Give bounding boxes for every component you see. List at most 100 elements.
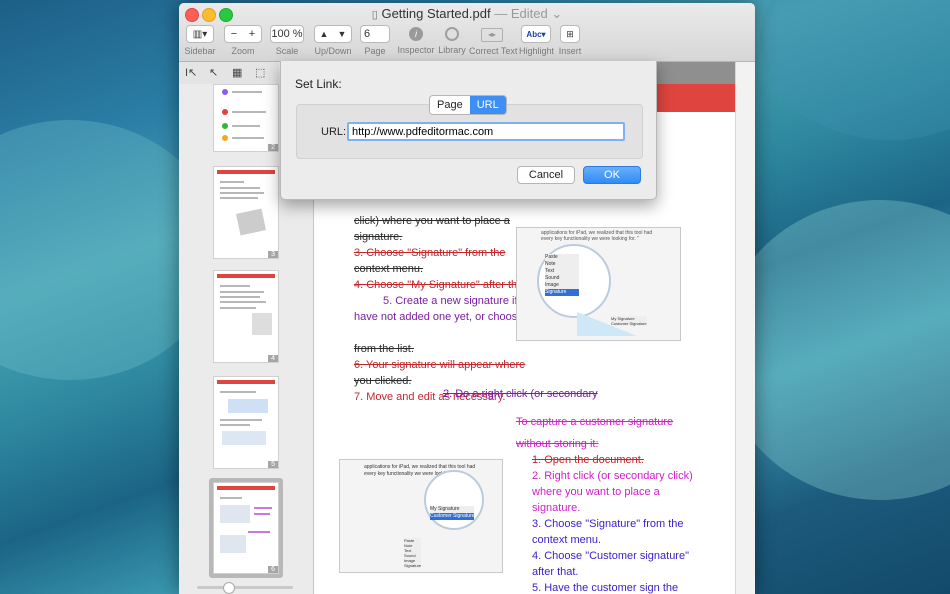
highlight-label: Highlight (519, 46, 555, 56)
doc-line[interactable]: click) where you want to place a (354, 214, 510, 229)
page-thumbnail[interactable]: 6 (213, 482, 279, 574)
library-icon (445, 27, 459, 41)
menu-item: Text (545, 268, 555, 274)
menu-item: Signature (404, 563, 422, 568)
filename: Getting Started.pdf (381, 6, 491, 21)
highlight-tool[interactable]: Abc ▾ Highlight (519, 25, 555, 56)
slider-knob[interactable] (223, 582, 235, 594)
shot-caption: applications for iPad, we realized that … (364, 464, 476, 470)
marquee-icon[interactable]: ⬚ (255, 66, 265, 79)
window-title: ▯ Getting Started.pdf — Edited ⌄ (179, 6, 755, 22)
doc-line[interactable]: To capture a customer signature (516, 415, 673, 430)
page-down-button[interactable]: ▼ (338, 29, 347, 39)
doc-line[interactable]: 1. Open the document. (532, 453, 644, 468)
menu-item: Paste (545, 254, 558, 260)
scale-tool: 100 % Scale (270, 25, 304, 56)
scale-field[interactable]: 100 % (270, 25, 304, 43)
page-thumbnail[interactable]: 2 (213, 84, 279, 152)
submenu-item: Customer Signature (611, 321, 647, 326)
tab-url[interactable]: URL (469, 96, 506, 114)
doc-line[interactable]: have not added one yet, or choose (354, 310, 523, 325)
doc-line[interactable]: 5. Have the customer sign the (532, 581, 678, 594)
doc-line[interactable]: 4. Choose "Customer signature" (532, 549, 689, 564)
page-thumbnail[interactable]: 4 (213, 270, 279, 363)
area-text-icon[interactable]: ▦ (232, 66, 242, 79)
doc-line[interactable]: after that. (532, 565, 578, 580)
doc-line[interactable]: signature. (354, 230, 402, 245)
url-label: URL: (321, 126, 347, 138)
doc-line[interactable]: 6. Your signature will appear where (354, 358, 525, 373)
zoom-tool: − + Zoom (224, 25, 262, 56)
inspector-label: Inspector (397, 45, 435, 55)
dialog-title: Set Link: (295, 77, 342, 91)
submenu-item: Customer Signature (430, 513, 475, 520)
updown-tool: ▲ ▼ Up/Down (313, 25, 353, 56)
doc-line[interactable]: 4. Choose "My Signature" after that. (354, 278, 529, 293)
zoom-in-button[interactable]: + (249, 28, 255, 40)
correct-text-label: Correct Text (469, 46, 518, 56)
menu-item: Note (545, 261, 556, 267)
doc-line[interactable]: you clicked. (354, 374, 411, 389)
edited-status[interactable]: Edited (511, 6, 548, 21)
sidebar-tool[interactable]: ▥▾ Sidebar (184, 25, 216, 56)
page-thumbnail[interactable]: 5 (213, 376, 279, 469)
zoom-label: Zoom (231, 46, 255, 56)
page-number-field[interactable]: 6 (360, 25, 390, 43)
highlight-icon: Abc (526, 29, 542, 39)
doc-line[interactable]: where you want to place a (532, 485, 660, 500)
doc-line[interactable]: signature. (532, 501, 580, 516)
doc-line[interactable]: 3. Choose "Signature" from the (532, 517, 684, 532)
chevron-down-icon[interactable]: ⌄ (551, 6, 562, 21)
url-field[interactable] (347, 122, 625, 141)
zoom-out-button[interactable]: − (231, 28, 237, 40)
correct-text-icon: ◂▸ (481, 28, 503, 42)
page-tool: 6 Page (360, 25, 390, 56)
inspector-tool[interactable]: i Inspector (397, 25, 435, 55)
desktop-wave (760, 0, 950, 140)
scale-label: Scale (275, 46, 299, 56)
insert-tool[interactable]: ⊞ Insert (557, 25, 583, 56)
document-icon: ▯ (371, 9, 378, 21)
thumbnail-number: 6 (268, 566, 278, 573)
annotation-toolbar: I↖ ↖ ▦ ⬚ (179, 62, 279, 85)
embedded-screenshot[interactable]: applications for iPad, we realized that … (339, 459, 503, 573)
page-thumbnail[interactable]: 3 (213, 166, 279, 259)
library-tool[interactable]: Library (435, 25, 469, 55)
sidebar-tool-label: Sidebar (184, 46, 216, 56)
set-link-dialog: Set Link: Page URL URL: Cancel OK (280, 61, 657, 200)
cancel-button[interactable]: Cancel (517, 166, 575, 184)
embedded-screenshot[interactable]: applications for iPad, we realized that … (516, 227, 681, 341)
doc-line[interactable]: without storing it: (516, 437, 599, 452)
insert-icon: ⊞ (566, 28, 574, 39)
doc-line[interactable]: 2. Right click (or secondary click) (532, 469, 693, 484)
ok-button[interactable]: OK (583, 166, 641, 184)
doc-line[interactable]: 3. Choose "Signature" from the (354, 246, 506, 261)
thumbnail-number: 2 (268, 144, 278, 151)
doc-line[interactable]: context menu. (532, 533, 601, 548)
link-type-segmented-control: Page URL (429, 95, 507, 115)
updown-label: Up/Down (314, 46, 352, 56)
thumbnail-number: 5 (268, 461, 278, 468)
menu-item: Signature (545, 289, 579, 296)
thumbnail-size-slider[interactable] (197, 582, 293, 594)
tab-page[interactable]: Page (430, 96, 470, 114)
doc-line[interactable]: from the list. (354, 342, 414, 357)
submenu-item: My Signature (430, 506, 460, 512)
thumbnail-number: 3 (268, 251, 278, 258)
shot-caption: every key functionality we were looking … (541, 236, 639, 242)
insert-label: Insert (558, 46, 582, 56)
title-bar: ▯ Getting Started.pdf — Edited ⌄ ▥▾ Side… (179, 3, 755, 62)
vertical-scrollbar[interactable] (735, 62, 755, 594)
doc-line[interactable]: 2. Do a right click (or secondary (443, 387, 598, 402)
correct-text-tool[interactable]: ◂▸ Correct Text (469, 25, 518, 56)
menu-item: Image (545, 282, 559, 288)
menu-item: Sound (545, 275, 560, 281)
thumbnail-number: 4 (268, 355, 278, 362)
sidebar-icon: ▥▾ (192, 28, 208, 40)
pointer-icon[interactable]: ↖ (209, 66, 218, 79)
text-select-icon[interactable]: I↖ (185, 66, 197, 79)
page-up-button[interactable]: ▲ (320, 29, 329, 39)
doc-line[interactable]: context menu. (354, 262, 423, 277)
separator: — (494, 6, 508, 21)
page-label: Page (364, 46, 386, 56)
